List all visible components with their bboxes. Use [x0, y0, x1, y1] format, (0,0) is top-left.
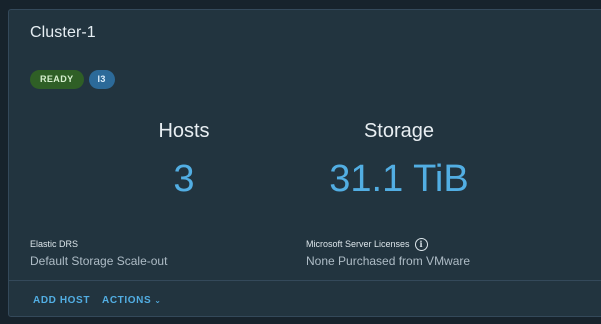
cluster-card: Cluster-1 READY I3 Hosts 3 Storage 31.1 … — [8, 9, 601, 317]
cluster-title: Cluster-1 — [30, 24, 96, 41]
badge-row: READY I3 — [30, 70, 115, 89]
actions-dropdown-button[interactable]: ACTIONS ⌄ — [102, 295, 162, 306]
elastic-drs-title: Elastic DRS — [30, 239, 79, 249]
actions-label: ACTIONS — [102, 295, 152, 306]
add-host-label: ADD HOST — [33, 295, 91, 306]
storage-value: 31.1 TiB — [329, 158, 469, 200]
hosts-label: Hosts — [158, 120, 210, 142]
elastic-drs-block: Elastic DRS Default Storage Scale-out — [30, 237, 167, 268]
elastic-drs-value: Default Storage Scale-out — [30, 254, 168, 268]
storage-label: Storage — [363, 120, 435, 142]
hosts-value: 3 — [173, 158, 195, 200]
licenses-block: Microsoft Server Licenses i None Purchas… — [306, 237, 470, 268]
licenses-title-row: Microsoft Server Licenses i — [306, 237, 470, 251]
licenses-value: None Purchased from VMware — [306, 254, 471, 268]
licenses-title: Microsoft Server Licenses — [306, 239, 410, 249]
info-icon[interactable]: i — [414, 237, 428, 251]
chevron-down-icon: ⌄ — [154, 295, 162, 305]
footer-divider — [9, 280, 601, 281]
card-footer: ADD HOST ACTIONS ⌄ — [33, 295, 162, 306]
instance-type-badge: I3 — [88, 70, 115, 89]
add-host-button[interactable]: ADD HOST — [33, 295, 90, 306]
status-badge: READY — [30, 70, 84, 89]
